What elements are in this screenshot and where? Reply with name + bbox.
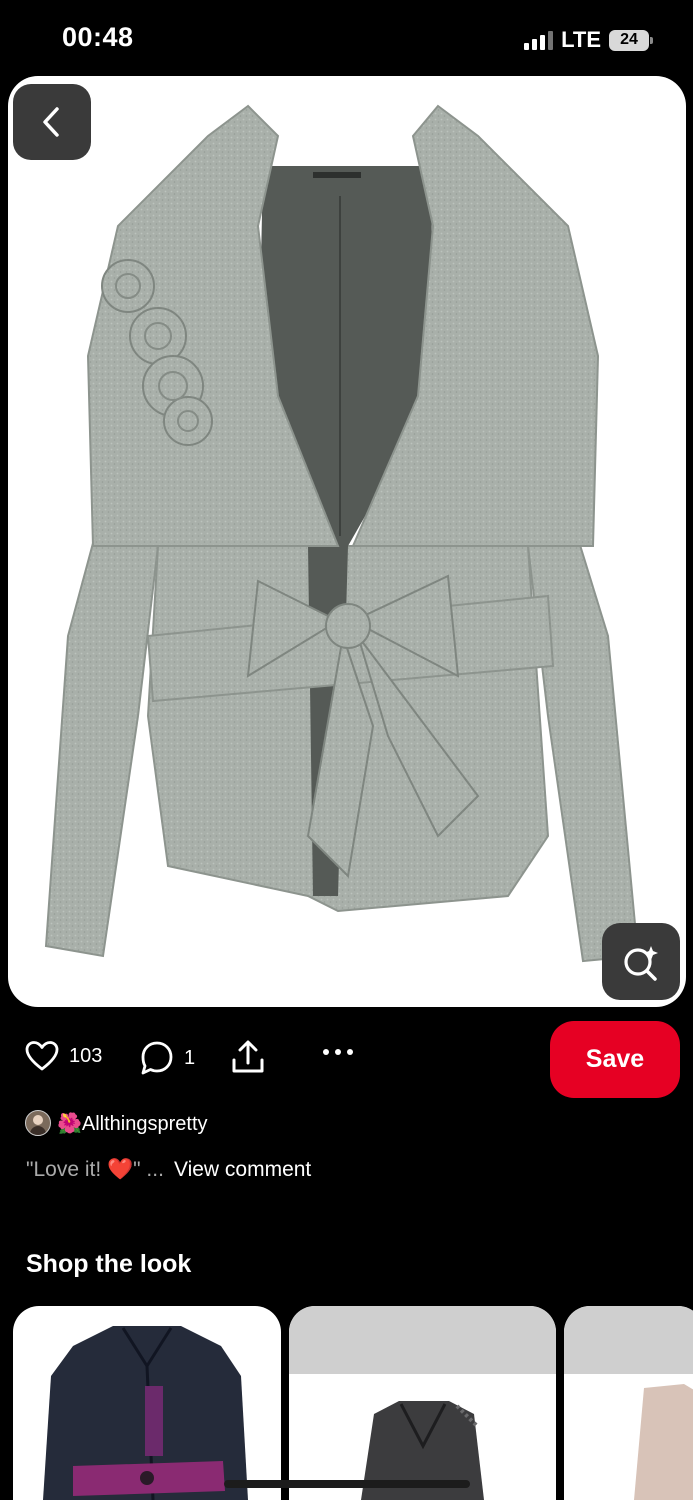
sparkle-search-icon bbox=[624, 945, 658, 981]
product-image bbox=[634, 1384, 693, 1500]
heart-icon[interactable] bbox=[25, 1040, 59, 1072]
save-button[interactable]: Save bbox=[550, 1021, 680, 1098]
home-indicator[interactable] bbox=[224, 1480, 470, 1488]
product-card[interactable] bbox=[289, 1306, 556, 1500]
comments-action[interactable]: 1 bbox=[140, 1040, 195, 1076]
status-icons: LTE 24 bbox=[524, 26, 653, 54]
chevron-left-icon bbox=[43, 107, 59, 137]
share-action[interactable] bbox=[230, 1039, 266, 1075]
back-button[interactable] bbox=[13, 84, 91, 160]
status-bar: 00:48 LTE 24 bbox=[0, 0, 693, 76]
like-action[interactable]: 103 bbox=[25, 1040, 102, 1072]
comment-count: 1 bbox=[184, 1046, 196, 1069]
shop-the-look-title: Shop the look bbox=[26, 1250, 192, 1278]
avatar[interactable] bbox=[25, 1110, 51, 1136]
view-comment-link[interactable]: View comment bbox=[174, 1158, 311, 1182]
share-upload-icon[interactable] bbox=[230, 1039, 266, 1075]
comment-bubble-icon[interactable] bbox=[140, 1040, 174, 1076]
like-count: 103 bbox=[69, 1044, 103, 1067]
signal-icon bbox=[524, 30, 554, 50]
commenter-username[interactable]: 🌺Allthingspretty bbox=[57, 1111, 208, 1136]
more-options-button[interactable] bbox=[320, 1046, 356, 1058]
ellipsis-icon[interactable] bbox=[320, 1046, 356, 1058]
pin-image[interactable] bbox=[8, 76, 686, 1007]
network-label: LTE bbox=[561, 27, 601, 52]
product-image bbox=[43, 1326, 248, 1500]
product-card[interactable] bbox=[564, 1306, 693, 1500]
visual-search-button[interactable] bbox=[602, 923, 680, 1000]
commenter[interactable]: 🌺Allthingspretty bbox=[25, 1110, 208, 1136]
product-image bbox=[361, 1401, 484, 1500]
battery-icon: 24 bbox=[609, 29, 653, 51]
product-card[interactable] bbox=[13, 1306, 281, 1500]
status-time: 00:48 bbox=[62, 22, 134, 52]
comment-preview: "Love it! ❤️" ... View comment bbox=[26, 1158, 311, 1182]
comment-text: "Love it! ❤️" ... bbox=[26, 1158, 164, 1181]
jacket-illustration bbox=[44, 104, 640, 963]
